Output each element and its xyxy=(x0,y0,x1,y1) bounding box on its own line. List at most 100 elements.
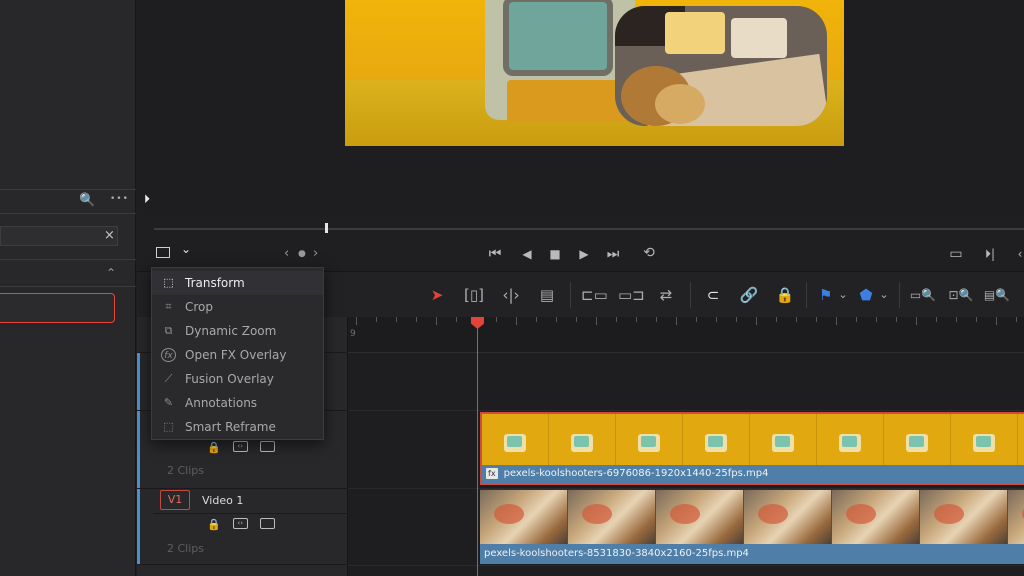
ruler-tick xyxy=(396,317,397,322)
ruler-tick xyxy=(816,317,817,322)
go-to-start-icon[interactable]: ⏮ xyxy=(484,246,506,262)
dynamic-trim-icon[interactable]: ‹|› xyxy=(497,286,525,304)
ruler-tick xyxy=(576,317,577,322)
scrubber-handle[interactable] xyxy=(325,223,328,233)
ruler-tick xyxy=(456,317,457,322)
lock-icon[interactable]: 🔒 xyxy=(207,441,221,454)
ruler-tick xyxy=(436,317,437,325)
search-icon[interactable]: 🔍 xyxy=(79,193,95,208)
playhead-line[interactable] xyxy=(477,325,478,576)
collapse-icon[interactable]: ⌃ xyxy=(106,266,116,280)
thumbnail xyxy=(683,414,750,467)
ruler-tick xyxy=(556,317,557,322)
marker-dropdown-icon[interactable]: ⌄ xyxy=(878,286,890,304)
marker-icon[interactable]: ⬟ xyxy=(859,286,873,304)
ruler-tick xyxy=(716,317,717,322)
timeline-clip-v1[interactable]: pexels-koolshooters-8531830-3840x2160-25… xyxy=(480,489,1024,564)
menu-item-open-fx-overlay[interactable]: fx Open FX Overlay xyxy=(152,343,323,367)
auto-select-icon[interactable]: ‹› xyxy=(232,518,248,529)
lock-icon[interactable]: 🔒 xyxy=(207,518,221,531)
ruler-tick xyxy=(416,317,417,322)
bin-section-header[interactable]: ⌃ xyxy=(0,259,136,287)
tv-screen-image xyxy=(503,0,613,76)
play-icon[interactable]: ▶ xyxy=(573,246,595,262)
ruler-tick xyxy=(636,317,637,322)
media-pool-panel xyxy=(0,0,136,576)
ruler-tick xyxy=(776,317,777,322)
menu-item-label: Dynamic Zoom xyxy=(185,324,277,338)
separator xyxy=(690,282,691,308)
in-point-marker-icon[interactable]: ⏵ xyxy=(144,192,158,206)
selection-tool-icon[interactable]: ➤ xyxy=(429,286,445,304)
more-options-icon[interactable]: ••• xyxy=(110,194,129,204)
replace-clip-icon[interactable]: ⇄ xyxy=(652,286,680,304)
ruler-tick xyxy=(996,317,997,325)
menu-item-crop[interactable]: ⌗ Crop xyxy=(152,295,323,319)
position-lock-icon[interactable]: 🔒 xyxy=(775,286,795,304)
thumbnail xyxy=(549,414,616,467)
thumbnail xyxy=(817,414,884,467)
zoom-full-icon[interactable]: ▭🔍 xyxy=(909,286,937,304)
media-pool-header: 🔍 ••• xyxy=(0,189,136,214)
separator xyxy=(899,282,900,308)
search-input[interactable]: × xyxy=(0,226,118,246)
fusion-icon: ⟋ xyxy=(164,372,173,385)
overwrite-clip-icon[interactable]: ▭⊐ xyxy=(618,286,645,304)
clip-thumbnails xyxy=(482,414,1024,467)
track-monitor-icon[interactable] xyxy=(259,441,275,452)
linked-selection-icon[interactable]: 🔗 xyxy=(738,286,760,304)
ruler-tick xyxy=(1016,317,1017,322)
flag-icon[interactable]: ⚑ xyxy=(819,286,832,304)
track-header-v1[interactable]: V1 Video 1 🔒 ‹› 2 Clips xyxy=(137,489,348,565)
next-frame-icon[interactable]: ⏵| xyxy=(979,246,1001,262)
auto-select-icon[interactable]: ‹› xyxy=(232,441,248,452)
menu-item-transform[interactable]: ⬚ Transform xyxy=(152,271,323,295)
onscreen-controls-menu: ⬚ Transform ⌗ Crop ⧉ Dynamic Zoom fx Ope… xyxy=(151,267,324,440)
menu-item-label: Fusion Overlay xyxy=(185,372,274,386)
trim-tool-icon[interactable]: [▯] xyxy=(460,286,488,304)
stop-icon[interactable]: ■ xyxy=(544,246,566,262)
reframe-icon: ⬚ xyxy=(163,420,174,433)
ruler-tick xyxy=(696,317,697,322)
cheese-image xyxy=(665,12,725,54)
zoom-detail-icon[interactable]: ⊡🔍 xyxy=(947,286,975,304)
track-monitor-icon[interactable] xyxy=(259,518,275,529)
play-reverse-icon[interactable]: ◀ xyxy=(516,246,538,262)
overlay-clip-image xyxy=(615,6,827,126)
ruler-tick xyxy=(356,317,357,325)
go-to-end-icon[interactable]: ⏭ xyxy=(602,246,624,262)
ruler-tick xyxy=(536,317,537,322)
track-tag[interactable]: V1 xyxy=(160,490,190,510)
insert-clip-icon[interactable]: ⊏▭ xyxy=(581,286,608,304)
thumbnail xyxy=(1018,414,1024,467)
clip-name-bar: pexels-koolshooters-8531830-3840x2160-25… xyxy=(480,544,1024,564)
blade-tool-icon[interactable]: ▤ xyxy=(535,286,559,304)
lane-divider xyxy=(348,410,1024,411)
track-name[interactable]: Video 1 xyxy=(202,494,243,507)
zoom-custom-icon[interactable]: ▤🔍 xyxy=(983,286,1011,304)
ruler-tick xyxy=(876,317,877,322)
menu-item-smart-reframe[interactable]: ⬚ Smart Reframe xyxy=(152,415,323,439)
thumbnail xyxy=(1008,490,1024,545)
scrubber-bar[interactable] xyxy=(154,228,1024,230)
selected-bin-item[interactable] xyxy=(0,293,115,323)
menu-item-fusion-overlay[interactable]: ⟋ Fusion Overlay xyxy=(152,367,323,391)
ruler-tick xyxy=(936,317,937,322)
next-edit-icon[interactable]: ‹ xyxy=(1009,246,1024,262)
menu-item-label: Crop xyxy=(185,300,214,314)
clear-icon[interactable]: × xyxy=(104,228,115,243)
match-frame-icon[interactable]: ▭ xyxy=(945,246,967,262)
timeline-clip-v2[interactable]: fx pexels-koolshooters-6976086-1920x1440-… xyxy=(480,412,1024,485)
flag-dropdown-icon[interactable]: ⌄ xyxy=(837,286,849,304)
video-preview[interactable] xyxy=(345,0,844,146)
snapping-icon[interactable]: ⊂ xyxy=(703,286,723,304)
ruler-tick xyxy=(976,317,977,322)
menu-item-dynamic-zoom[interactable]: ⧉ Dynamic Zoom xyxy=(152,319,323,343)
ruler-tick xyxy=(616,317,617,322)
crop-icon: ⌗ xyxy=(165,300,172,313)
menu-item-annotations[interactable]: ✎ Annotations xyxy=(152,391,323,415)
loop-icon[interactable]: ⟲ xyxy=(638,245,660,261)
timeline-ruler[interactable]: 9 xyxy=(348,317,1024,353)
thumbnail xyxy=(832,490,920,545)
menu-item-label: Open FX Overlay xyxy=(185,348,287,362)
